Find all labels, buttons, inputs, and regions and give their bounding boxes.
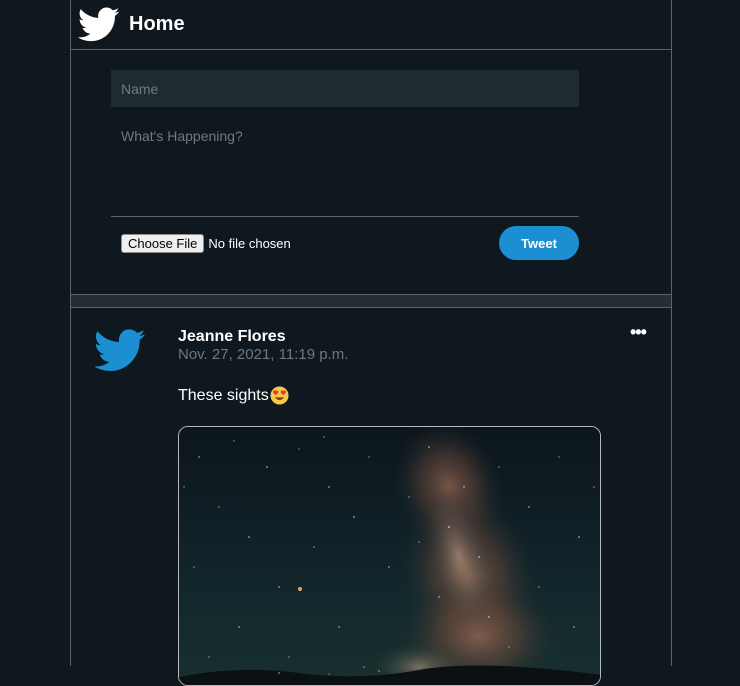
feed-column: Home Choose File No file chosen Tweet Je…: [70, 0, 672, 686]
header: Home: [71, 0, 671, 50]
tweet-image[interactable]: [178, 426, 601, 686]
tweet-timestamp: Nov. 27, 2021, 11:19 p.m.: [178, 346, 349, 363]
file-picker: Choose File No file chosen: [121, 234, 291, 253]
file-status-text: No file chosen: [208, 236, 291, 251]
twitter-logo-icon[interactable]: [78, 4, 120, 46]
tweet-button[interactable]: Tweet: [499, 226, 579, 260]
page-title: Home: [129, 13, 185, 35]
tweet-text-input[interactable]: [111, 118, 579, 217]
more-options-icon[interactable]: •••: [630, 322, 647, 343]
choose-file-button[interactable]: Choose File: [121, 234, 205, 253]
tweet-text-content: These sights: [178, 386, 269, 404]
twitter-bird-icon: [93, 329, 146, 375]
name-input[interactable]: [111, 70, 579, 107]
tweet-text: These sights: [178, 386, 289, 405]
compose-box: Choose File No file chosen Tweet: [71, 50, 671, 294]
tweet-author[interactable]: Jeanne Flores: [178, 328, 286, 346]
section-divider: [71, 294, 671, 308]
heart-eyes-emoji-icon: [270, 386, 289, 405]
